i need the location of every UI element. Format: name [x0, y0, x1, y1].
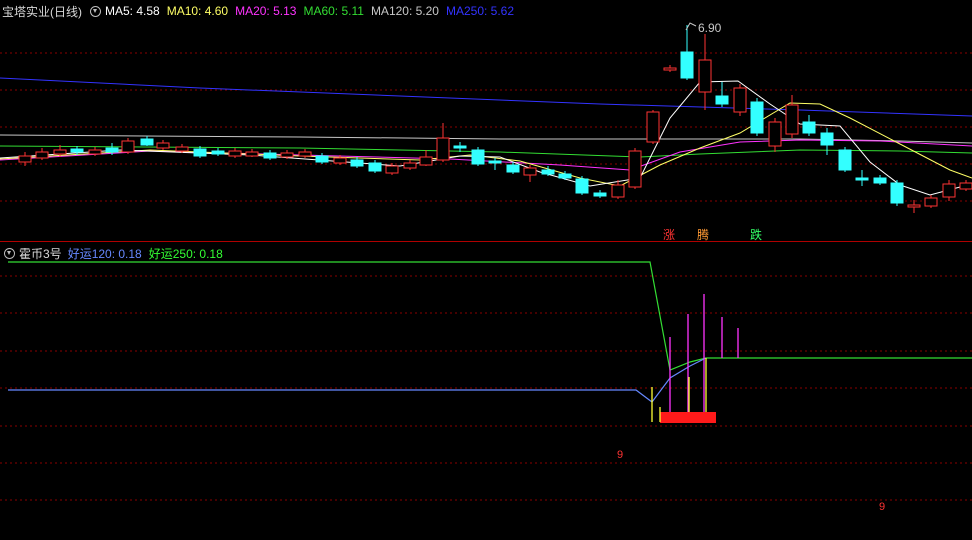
candlestick-chart[interactable]: 6.90 涨 腾 跌 — [0, 0, 972, 242]
indicator-toggle-icon[interactable] — [4, 247, 15, 259]
candle[interactable] — [453, 142, 467, 152]
candle[interactable] — [924, 195, 938, 208]
candle[interactable] — [890, 180, 904, 206]
haoyun120-line — [8, 357, 707, 403]
signal-labels: 涨 腾 跌 — [663, 227, 762, 242]
candle[interactable] — [820, 128, 834, 155]
ma250-label: MA250: 5.62 — [445, 4, 515, 18]
candle[interactable] — [750, 98, 764, 136]
legend-toggle-icon[interactable] — [90, 5, 101, 17]
candle[interactable] — [768, 118, 782, 152]
indicator-grid — [0, 275, 972, 501]
candle[interactable] — [350, 157, 364, 168]
candle[interactable] — [140, 136, 154, 146]
count-mark-1: 9 — [617, 449, 623, 461]
ma-line — [0, 77, 972, 117]
candle[interactable] — [628, 148, 642, 189]
candle[interactable] — [663, 65, 677, 72]
candle[interactable] — [715, 82, 729, 107]
indicator-title: 霍币3号 — [19, 246, 62, 261]
candle[interactable] — [942, 180, 956, 201]
indicator-lines — [8, 261, 972, 423]
candle[interactable] — [698, 34, 712, 110]
candle[interactable] — [959, 180, 972, 191]
peak-annotation: 6.90 — [685, 21, 722, 35]
price-grid — [0, 52, 972, 202]
signal-fall: 跌 — [750, 227, 762, 242]
candle[interactable] — [646, 110, 660, 144]
candle[interactable] — [733, 84, 747, 116]
candle[interactable] — [523, 165, 537, 182]
haoyun120-label: 好运120: 0.18 — [67, 246, 142, 261]
candle[interactable] — [680, 25, 694, 80]
signal-soar: 腾 — [697, 227, 709, 242]
count-mark-2: 9 — [879, 501, 885, 513]
ma120-label: MA120: 5.20 — [370, 4, 439, 18]
ma5-label: MA5: 4.58 — [105, 4, 160, 18]
haoyun250-line — [8, 261, 972, 371]
haoyun250-label: 好运250: 0.18 — [148, 246, 223, 261]
ma10-label: MA10: 4.60 — [166, 4, 229, 18]
peak-price-label: 6.90 — [698, 21, 722, 35]
candle[interactable] — [211, 148, 225, 156]
candle[interactable] — [245, 149, 259, 157]
candle[interactable] — [419, 150, 433, 166]
candle[interactable] — [315, 153, 329, 164]
price-legend: 宝塔实业(日线) MA5: 4.58 MA10: 4.60 MA20: 5.13… — [2, 3, 521, 19]
indicator-pane[interactable]: 9 9 霍币3号 好运120: 0.18 好运250: 0.18 — [0, 242, 972, 540]
candle[interactable] — [575, 176, 589, 195]
signal-rise: 涨 — [663, 227, 675, 242]
candle[interactable] — [907, 200, 921, 213]
candle[interactable] — [156, 140, 170, 150]
candle[interactable] — [471, 147, 485, 166]
candle[interactable] — [403, 160, 417, 170]
candle[interactable] — [436, 123, 450, 162]
indicator-chart[interactable]: 9 9 — [0, 242, 972, 540]
candle[interactable] — [611, 180, 625, 199]
candle[interactable] — [368, 160, 382, 173]
candle[interactable] — [838, 147, 852, 172]
price-chart-pane[interactable]: 6.90 涨 腾 跌 宝塔实业(日线) MA5: 4.58 MA10: 4.60… — [0, 0, 972, 242]
signal-bar — [660, 412, 716, 423]
candle[interactable] — [802, 115, 816, 136]
candle[interactable] — [263, 150, 277, 160]
candle[interactable] — [228, 148, 242, 158]
candle[interactable] — [785, 95, 799, 138]
ma60-label: MA60: 5.11 — [303, 4, 364, 18]
candle[interactable] — [855, 170, 869, 186]
stock-title: 宝塔实业(日线) — [2, 4, 82, 19]
ma20-label: MA20: 5.13 — [235, 4, 297, 18]
candle[interactable] — [593, 190, 607, 198]
candle[interactable] — [873, 175, 887, 185]
candle[interactable] — [121, 138, 135, 154]
indicator-legend: 霍币3号 好运120: 0.18 好运250: 0.18 — [2, 245, 230, 261]
candle[interactable] — [35, 148, 49, 160]
